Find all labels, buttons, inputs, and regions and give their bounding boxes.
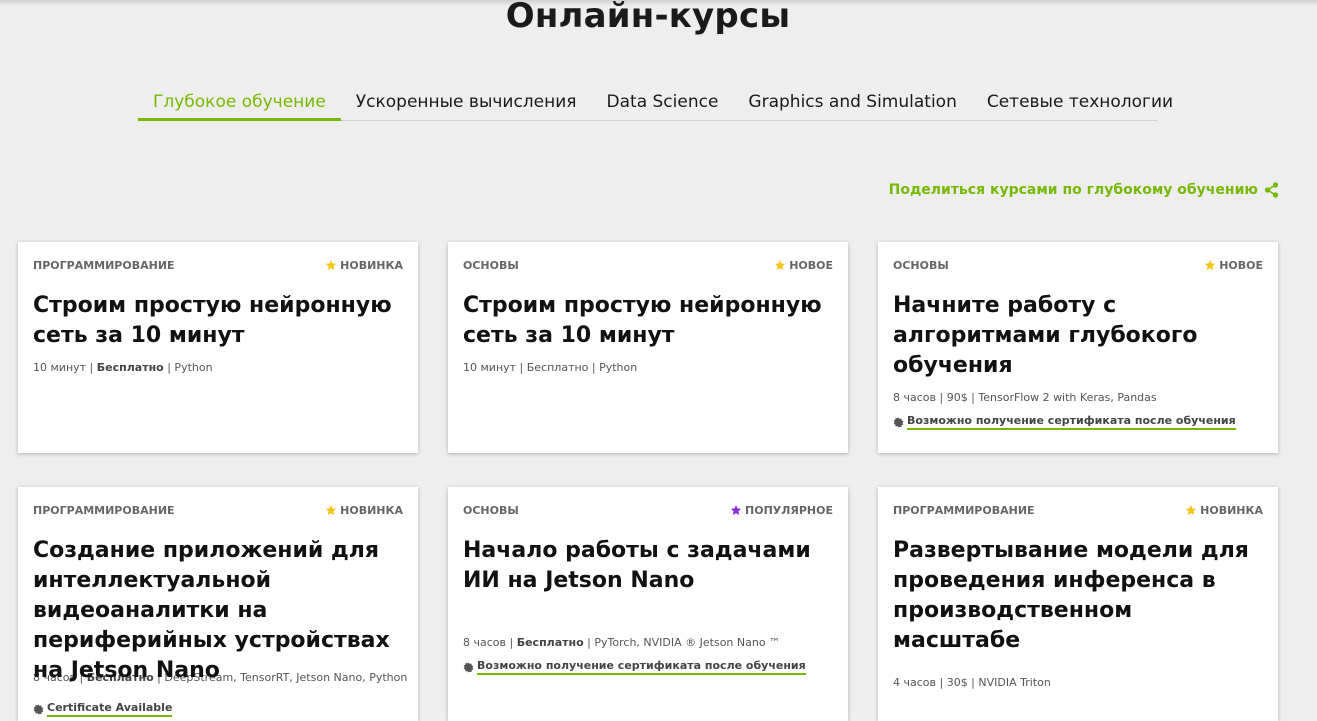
- course-badge-label: НОВИНКА: [1200, 503, 1263, 517]
- course-meta-tech: | Python: [163, 361, 213, 374]
- course-card[interactable]: ПРОГРАММИРОВАНИЕ НОВИНКА Создание прилож…: [18, 487, 418, 721]
- course-category: ПРОГРАММИРОВАНИЕ: [893, 503, 1035, 517]
- course-meta-tech: | PyTorch, NVIDIA ® Jetson Nano ™: [583, 636, 781, 649]
- star-icon: [325, 505, 337, 515]
- course-title[interactable]: Начало работы с задачами ИИ на Jetson Na…: [463, 536, 833, 596]
- course-badge: НОВИНКА: [325, 259, 403, 272]
- course-badge-label: НОВИНКА: [340, 258, 403, 272]
- course-category: ПРОГРАММИРОВАНИЕ: [33, 258, 175, 272]
- star-icon: [1185, 505, 1197, 515]
- certificate-link[interactable]: Certificate Available: [47, 701, 173, 717]
- certificate-note: Возможно получение сертификата после обу…: [463, 659, 833, 675]
- certificate-note: Certificate Available: [33, 701, 173, 717]
- share-link-label: Поделиться курсами по глубокому обучению: [888, 182, 1258, 198]
- course-meta: 10 минут | Бесплатно | Python: [463, 361, 638, 374]
- course-card[interactable]: ОСНОВЫ ПОПУЛЯРНОЕ Начало работы с задача…: [448, 487, 848, 721]
- course-meta-text: 10 минут |: [33, 361, 97, 374]
- course-meta: 8 часов | 90$ | TensorFlow 2 with Keras,…: [893, 391, 1157, 404]
- course-meta: 10 минут | Бесплатно | Python: [33, 361, 403, 374]
- course-card[interactable]: ПРОГРАММИРОВАНИЕ НОВИНКА Строим простую …: [18, 242, 418, 453]
- course-price: Бесплатно: [96, 361, 164, 374]
- tab-networking[interactable]: Сетевые технологии: [972, 84, 1188, 120]
- course-badge: НОВИНКА: [325, 504, 403, 517]
- star-icon: [730, 505, 742, 515]
- course-meta-text: 8 часов |: [463, 636, 517, 649]
- course-badge: НОВОЕ: [1204, 259, 1263, 272]
- course-title[interactable]: Создание приложений для интеллектуальной…: [33, 536, 403, 686]
- tab-accelerated-computing[interactable]: Ускоренные вычисления: [341, 84, 592, 120]
- course-title[interactable]: Начните работу с алгоритмами глубокого о…: [893, 291, 1263, 381]
- course-card[interactable]: ОСНОВЫ НОВОЕ Начните работу с алгоритмам…: [878, 242, 1278, 453]
- certificate-link[interactable]: Возможно получение сертификата после обу…: [477, 659, 806, 675]
- star-icon: [774, 260, 786, 270]
- course-badge-label: НОВОЕ: [1219, 258, 1263, 272]
- certificate-link[interactable]: Возможно получение сертификата после обу…: [907, 414, 1236, 430]
- course-badge: НОВОЕ: [774, 259, 833, 272]
- course-badge: ПОПУЛЯРНОЕ: [730, 504, 833, 517]
- course-title[interactable]: Развертывание модели для проведения инфе…: [893, 536, 1263, 656]
- course-badge-label: НОВОЕ: [789, 258, 833, 272]
- course-category: ОСНОВЫ: [463, 503, 519, 517]
- course-meta: 8 часов | Бесплатно | PyTorch, NVIDIA ® …: [463, 636, 833, 649]
- course-card[interactable]: ОСНОВЫ НОВОЕ Строим простую нейронную се…: [448, 242, 848, 453]
- certificate-badge-icon: [33, 703, 44, 715]
- course-category: ПРОГРАММИРОВАНИЕ: [33, 503, 175, 517]
- course-title[interactable]: Строим простую нейронную сеть за 10 мину…: [463, 291, 833, 351]
- share-link[interactable]: Поделиться курсами по глубокому обучению: [889, 182, 1279, 198]
- star-icon: [325, 260, 337, 270]
- category-tabs: Глубокое обучение Ускоренные вычисления …: [138, 84, 1173, 121]
- page-title: Онлайн-курсы: [505, 0, 791, 36]
- tab-graphics-simulation[interactable]: Graphics and Simulation: [733, 84, 971, 120]
- course-category: ОСНОВЫ: [893, 258, 949, 272]
- course-title[interactable]: Строим простую нейронную сеть за 10 мину…: [33, 291, 403, 351]
- course-card[interactable]: ПРОГРАММИРОВАНИЕ НОВИНКА Развертывание м…: [878, 487, 1278, 721]
- course-category: ОСНОВЫ: [463, 258, 519, 272]
- certificate-note: Возможно получение сертификата после обу…: [893, 414, 1263, 430]
- certificate-badge-icon: [893, 416, 904, 428]
- course-price: Бесплатно: [516, 636, 584, 649]
- star-icon: [1204, 260, 1216, 270]
- tab-deep-learning[interactable]: Глубокое обучение: [138, 84, 341, 121]
- course-badge: НОВИНКА: [1185, 504, 1263, 517]
- course-badge-label: НОВИНКА: [340, 503, 403, 517]
- course-meta: 4 часов | 30$ | NVIDIA Triton: [893, 676, 1051, 689]
- tab-data-science[interactable]: Data Science: [592, 84, 734, 120]
- share-icon: [1264, 182, 1279, 198]
- course-badge-label: ПОПУЛЯРНОЕ: [745, 503, 833, 517]
- certificate-badge-icon: [463, 661, 474, 673]
